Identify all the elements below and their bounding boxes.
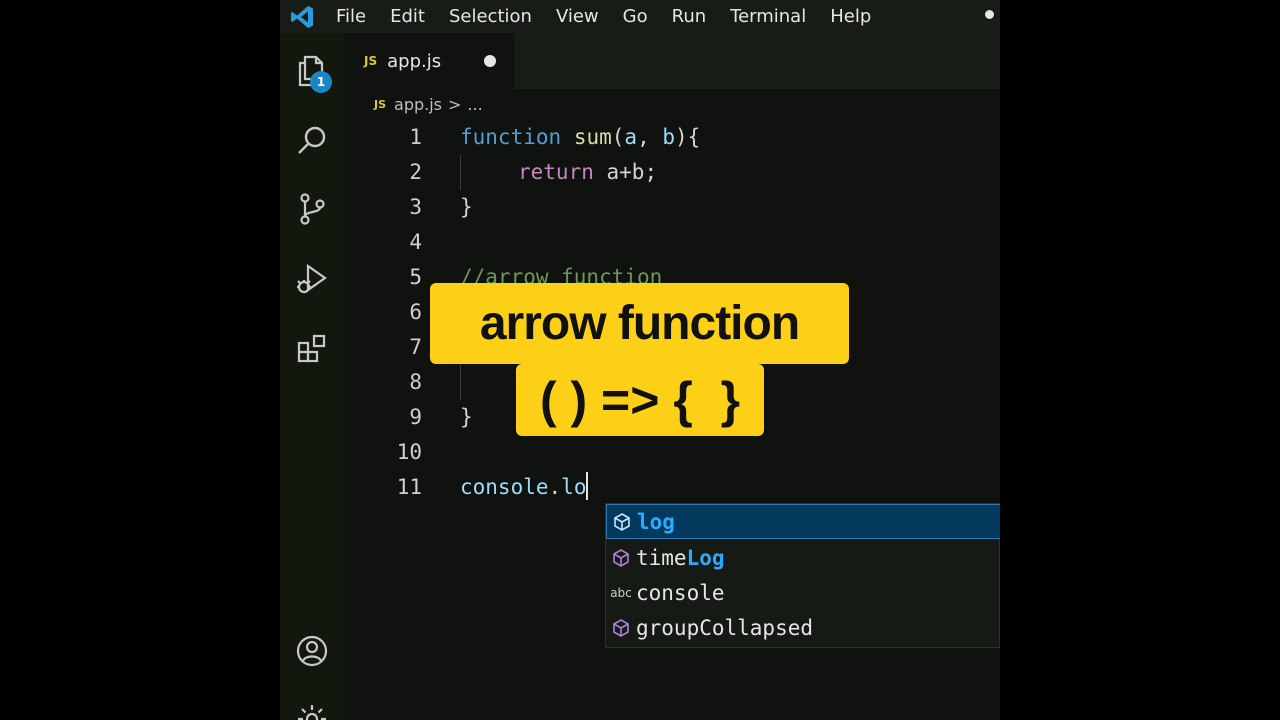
menu-terminal[interactable]: Terminal bbox=[718, 0, 818, 33]
line-number: 4 bbox=[409, 230, 422, 254]
source-control-icon[interactable] bbox=[288, 185, 336, 233]
menu-go[interactable]: Go bbox=[611, 0, 660, 33]
explorer-badge: 1 bbox=[310, 71, 332, 93]
typed-text: lo bbox=[561, 475, 587, 499]
punctuation: ){ bbox=[675, 125, 701, 149]
code-text: } bbox=[460, 405, 473, 429]
line-number: 6 bbox=[409, 300, 422, 324]
activity-bar: 1 bbox=[280, 33, 344, 720]
suggestion-label: log bbox=[637, 509, 675, 534]
caption-title: arrow function bbox=[430, 283, 849, 364]
menu-run[interactable]: Run bbox=[660, 0, 719, 33]
line-number: 2 bbox=[409, 160, 422, 184]
tab-label: app.js bbox=[387, 50, 442, 72]
search-icon[interactable] bbox=[288, 117, 336, 165]
breadcrumb-separator: > bbox=[448, 94, 462, 114]
line-number: 9 bbox=[409, 405, 422, 429]
js-file-icon: JS bbox=[364, 54, 378, 68]
code-text: } bbox=[460, 195, 473, 219]
parameter: b bbox=[662, 125, 676, 149]
tab-app-js[interactable]: JS app.js bbox=[344, 33, 514, 89]
line-number: 8 bbox=[409, 370, 422, 394]
line-number: 3 bbox=[409, 195, 422, 219]
line-number: 1 bbox=[409, 125, 422, 149]
unsaved-dot-icon[interactable] bbox=[484, 55, 496, 67]
suggestion-item-log[interactable]: log bbox=[606, 504, 1000, 539]
account-icon[interactable] bbox=[288, 627, 336, 675]
code-line: 1 function sum(a, b){ bbox=[344, 120, 1000, 155]
punctuation: . bbox=[548, 475, 562, 499]
breadcrumb-file[interactable]: app.js bbox=[394, 95, 442, 114]
line-number: 10 bbox=[396, 440, 422, 464]
parameter: a bbox=[624, 125, 638, 149]
code-line: 4 bbox=[344, 225, 1000, 260]
function-name: sum bbox=[573, 125, 612, 149]
suggestion-label: timeLog bbox=[636, 545, 725, 570]
caption-title-text: arrow function bbox=[479, 297, 800, 350]
suggestion-label: console bbox=[636, 580, 725, 605]
menu-bar: File Edit Selection View Go Run Terminal… bbox=[280, 0, 1000, 33]
menu-help[interactable]: Help bbox=[818, 0, 883, 33]
extensions-icon[interactable] bbox=[288, 325, 336, 373]
suggestion-item-groupcollapsed[interactable]: groupCollapsed bbox=[606, 610, 1000, 645]
autocomplete-suggestions: log timeLog abc console groupCollapsed bbox=[605, 503, 1000, 648]
code-line: 3 } bbox=[344, 190, 1000, 225]
punctuation: ( bbox=[611, 125, 625, 149]
line-number: 11 bbox=[396, 475, 422, 499]
suggestion-item-console[interactable]: abc console bbox=[606, 575, 1000, 610]
code-text: return a+b; bbox=[518, 155, 657, 190]
tab-bar: JS app.js bbox=[344, 33, 1000, 89]
expression: a+b; bbox=[606, 160, 658, 184]
caption-syntax: ( ) => { } bbox=[516, 364, 764, 436]
code-line: 2 return a+b; bbox=[344, 155, 1000, 190]
keyword: function bbox=[460, 125, 562, 149]
keyword: return bbox=[518, 160, 594, 184]
code-line: 10 bbox=[344, 435, 1000, 470]
punctuation: , bbox=[637, 125, 663, 149]
code-line-current: 11 console.lo bbox=[344, 470, 1000, 505]
gear-icon[interactable] bbox=[288, 695, 336, 720]
run-debug-icon[interactable] bbox=[288, 255, 336, 303]
cube-icon bbox=[607, 512, 637, 532]
breadcrumb: JS app.js > ... bbox=[374, 92, 483, 116]
js-file-icon: JS bbox=[374, 97, 387, 111]
cube-icon bbox=[606, 548, 636, 568]
abc-icon: abc bbox=[610, 585, 632, 600]
code-text: console.lo bbox=[460, 470, 589, 505]
line-number: 5 bbox=[409, 265, 422, 289]
suggestion-item-timelog[interactable]: timeLog bbox=[606, 540, 1000, 575]
caption-syntax-text: ( ) => { } bbox=[539, 372, 741, 428]
menu-edit[interactable]: Edit bbox=[378, 0, 437, 33]
code-text: function sum(a, b){ bbox=[460, 120, 700, 155]
breadcrumb-symbols[interactable]: ... bbox=[467, 95, 482, 114]
indent-guide bbox=[460, 365, 461, 400]
object-name: console bbox=[460, 475, 549, 499]
menu-file[interactable]: File bbox=[324, 0, 378, 33]
line-number: 7 bbox=[409, 335, 422, 359]
indent-guide bbox=[460, 155, 461, 190]
text-cursor bbox=[586, 472, 589, 500]
suggestion-label: groupCollapsed bbox=[636, 615, 814, 640]
cube-icon bbox=[606, 618, 636, 638]
menu-view[interactable]: View bbox=[544, 0, 611, 33]
vscode-logo-icon bbox=[280, 0, 324, 33]
menu-selection[interactable]: Selection bbox=[437, 0, 544, 33]
unsaved-indicator-icon bbox=[985, 10, 994, 19]
